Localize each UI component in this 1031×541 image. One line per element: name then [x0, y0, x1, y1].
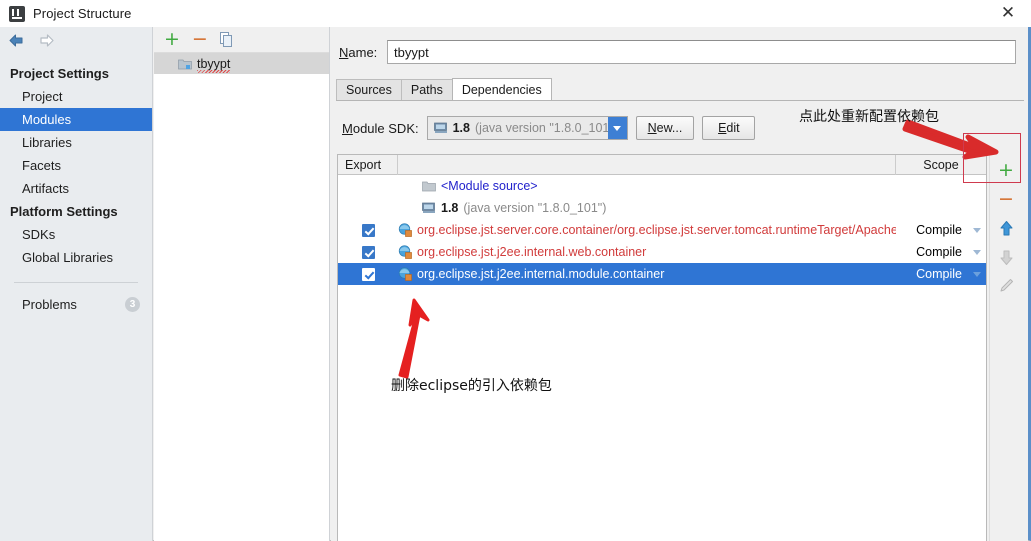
remove-dependency-icon[interactable]: −: [993, 187, 1019, 211]
dependency-name: org.eclipse.jst.server.core.container/or…: [417, 223, 896, 237]
window-title: Project Structure: [33, 6, 132, 21]
tab-sources[interactable]: Sources: [336, 79, 402, 100]
annotation-bottom-note: 删除eclipse的引入依赖包: [391, 378, 552, 394]
library-icon: [398, 245, 412, 259]
close-icon[interactable]: ✕: [985, 0, 1031, 27]
library-icon: [398, 267, 412, 281]
export-checkbox-cell[interactable]: [338, 245, 398, 259]
sidebar-item-sdks[interactable]: SDKs: [0, 223, 152, 246]
table-row[interactable]: org.eclipse.jst.j2ee.internal.web.contai…: [338, 241, 986, 263]
scope-dropdown-icon[interactable]: [968, 271, 986, 277]
add-module-icon[interactable]: +: [164, 30, 180, 49]
detail-tabs: Sources Paths Dependencies: [336, 78, 1028, 100]
module-list-item-tbyypt[interactable]: tbyypt: [154, 53, 329, 74]
dependencies-side-toolbar: + −: [989, 154, 1022, 541]
copy-icon[interactable]: [219, 32, 233, 47]
sidebar-item-global-libraries[interactable]: Global Libraries: [0, 246, 152, 269]
dependency-name: (java version "1.8.0_101"): [463, 201, 607, 215]
intellij-idea-icon: [9, 5, 25, 22]
dependency-name-cell: org.eclipse.jst.j2ee.internal.module.con…: [398, 267, 896, 281]
sdk-icon: [433, 122, 447, 133]
table-row[interactable]: org.eclipse.jst.j2ee.internal.module.con…: [338, 263, 986, 285]
library-icon: [398, 223, 412, 237]
tab-paths[interactable]: Paths: [400, 79, 453, 100]
module-name-label: tbyypt: [197, 56, 231, 73]
dependency-name-version: 1.8: [441, 201, 459, 215]
settings-sidebar: Project Settings Project Modules Librari…: [0, 27, 153, 541]
sidebar-item-facets[interactable]: Facets: [0, 154, 152, 177]
sidebar-item-problems-label: Problems: [22, 297, 77, 312]
dependencies-table-header: Export Scope: [338, 154, 986, 175]
dependency-name: org.eclipse.jst.j2ee.internal.web.contai…: [417, 245, 647, 259]
module-sdk-combobox[interactable]: 1.8 (java version "1.8.0_101"): [426, 116, 628, 140]
module-name-row: Name:: [339, 40, 1016, 64]
dependency-scope[interactable]: Compile: [896, 267, 968, 281]
sdk-icon: [422, 202, 435, 213]
sidebar-item-problems[interactable]: Problems 3: [0, 293, 152, 316]
module-list-pane: + − tbyypt: [154, 27, 330, 541]
module-list-toolbar: + −: [154, 27, 329, 53]
export-checkbox: [361, 245, 375, 259]
module-detail-panel: Name: Sources Paths Dependencies Module …: [331, 27, 1028, 541]
annotation-highlight-box: [963, 133, 1021, 183]
scope-dropdown-icon[interactable]: [968, 249, 986, 255]
dependency-scope[interactable]: Compile: [896, 245, 968, 259]
scope-dropdown-icon[interactable]: [968, 227, 986, 233]
edit-pencil-icon: [993, 274, 1019, 298]
project-structure-window: Project Structure ✕ Project Settings Pro…: [0, 0, 1031, 541]
sidebar-nav-buttons: [0, 27, 152, 53]
export-checkbox: [361, 267, 375, 281]
sidebar-divider: [14, 282, 138, 283]
new-sdk-button[interactable]: New...: [635, 116, 695, 140]
name-label: Name:: [339, 44, 378, 60]
module-folder-icon: [178, 59, 192, 69]
dependencies-table: Export Scope <Module source> 1.8 (java v…: [337, 154, 987, 541]
table-row[interactable]: <Module source>: [338, 175, 986, 197]
sidebar-item-artifacts[interactable]: Artifacts: [0, 177, 152, 200]
column-header-export[interactable]: Export: [338, 154, 398, 175]
module-sdk-value: 1.8 (java version "1.8.0_101"): [428, 121, 608, 135]
move-down-icon: [993, 245, 1019, 269]
table-row[interactable]: org.eclipse.jst.server.core.container/or…: [338, 219, 986, 241]
edit-sdk-button[interactable]: Edit: [702, 116, 756, 140]
dependency-name-cell: 1.8 (java version "1.8.0_101"): [398, 201, 896, 215]
folder-icon: [422, 181, 436, 192]
annotation-top-note: 点此处重新配置依赖包: [799, 109, 939, 125]
table-row[interactable]: 1.8 (java version "1.8.0_101"): [338, 197, 986, 219]
export-checkbox-cell[interactable]: [338, 223, 398, 237]
remove-module-icon[interactable]: −: [192, 30, 208, 49]
dependency-scope[interactable]: Compile: [896, 223, 968, 237]
dependency-name-cell: org.eclipse.jst.j2ee.internal.web.contai…: [398, 245, 896, 259]
module-name-input[interactable]: [387, 40, 1016, 64]
sidebar-group-platform-settings: Platform Settings: [10, 204, 118, 219]
chevron-down-icon[interactable]: [607, 117, 627, 139]
back-arrow-icon[interactable]: [8, 33, 25, 48]
dependency-name: <Module source>: [441, 179, 538, 193]
dependency-name: org.eclipse.jst.j2ee.internal.module.con…: [417, 267, 665, 281]
module-sdk-version: 1.8: [452, 121, 470, 135]
export-checkbox: [361, 223, 375, 237]
move-up-icon[interactable]: [993, 216, 1019, 240]
dependency-name-cell: org.eclipse.jst.server.core.container/or…: [398, 223, 896, 237]
forward-arrow-icon: [40, 33, 54, 47]
sidebar-item-libraries[interactable]: Libraries: [0, 131, 152, 154]
column-header-name[interactable]: [398, 154, 896, 175]
sidebar-item-project[interactable]: Project: [0, 85, 152, 108]
module-sdk-detail: (java version "1.8.0_101"): [475, 121, 608, 135]
sidebar-item-modules[interactable]: Modules: [0, 108, 152, 131]
dependency-name-cell: <Module source>: [398, 179, 896, 193]
tab-dependencies[interactable]: Dependencies: [451, 78, 552, 100]
dependencies-panel: Module SDK: 1.8 (java version "1.8.0_101…: [336, 100, 1024, 541]
module-sdk-label: Module SDK:: [342, 120, 419, 136]
sidebar-group-project-settings: Project Settings: [10, 66, 109, 81]
export-checkbox-cell[interactable]: [338, 267, 398, 281]
title-bar: Project Structure ✕: [0, 0, 1031, 27]
problems-count-badge: 3: [125, 297, 140, 312]
sidebar-list: Project Settings Project Modules Librari…: [0, 62, 152, 316]
